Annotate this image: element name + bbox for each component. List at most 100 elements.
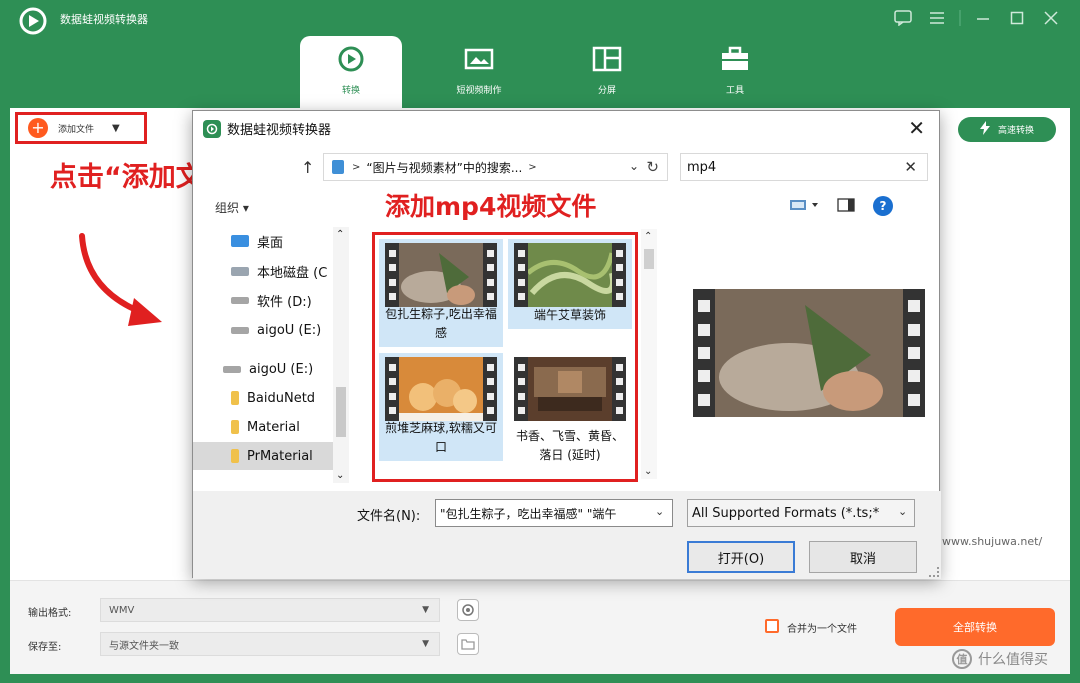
nav-item-material[interactable]: Material	[193, 413, 333, 441]
video-thumbnail	[514, 357, 626, 421]
folder-icon	[231, 420, 239, 434]
file-type-select[interactable]: All Supported Formats (*.ts;*	[687, 499, 915, 527]
search-input[interactable]: mp4 ✕	[680, 153, 928, 181]
add-file-button[interactable]: + 添加文件 ▼	[15, 112, 147, 144]
tab-video-maker[interactable]: 短视频制作	[428, 36, 530, 108]
output-format-select[interactable]: WMV ▼	[100, 598, 440, 622]
nav-item-prmaterial[interactable]: PrMaterial	[193, 442, 333, 470]
view-controls: ?	[789, 196, 893, 216]
tab-split-screen[interactable]: 分屏	[556, 36, 658, 108]
video-thumbnail	[385, 357, 497, 421]
nav-item-label: 本地磁盘 (C	[257, 265, 328, 281]
address-row: ↑ > “图片与视频素材”中的搜索... > ⌄ ↻ mp4 ✕	[193, 153, 941, 181]
fast-convert-button[interactable]: 高速转换	[958, 117, 1056, 142]
drive-icon	[231, 296, 249, 304]
file-tile[interactable]: 书香、飞雪、黄昏、落日 (延时)	[508, 353, 632, 481]
app-frame-left	[0, 108, 10, 683]
preview-pane	[693, 289, 925, 417]
merge-label: 合并为一个文件	[787, 624, 857, 635]
dialog-title: 数据蛙视频转换器	[227, 123, 332, 138]
save-to-select[interactable]: 与源文件夹一致 ▼	[100, 632, 440, 656]
file-tile[interactable]: 煎堆芝麻球,软糯又可口	[379, 353, 503, 461]
watermark-url: www.shujuwa.net/	[942, 535, 1043, 548]
chevron-down-icon: ▼	[422, 605, 429, 615]
chevron-down-icon[interactable]: ⌄	[898, 505, 907, 518]
fast-convert-label: 高速转换	[997, 126, 1034, 136]
nav-item-label: aigoU (E:)	[249, 361, 314, 377]
merge-checkbox[interactable]	[765, 619, 779, 633]
up-arrow-icon[interactable]: ↑	[301, 158, 314, 177]
preview-pane-icon[interactable]	[837, 197, 855, 216]
nav-item-label: PrMaterial	[247, 448, 313, 464]
nav-item-baidunetdisk[interactable]: BaiduNetd	[193, 384, 333, 412]
nav-scrollbar[interactable]: ⌃ ⌄	[333, 227, 349, 483]
help-icon[interactable]: ?	[873, 196, 893, 216]
nav-scroll-thumb[interactable]	[336, 387, 346, 437]
scroll-down-icon[interactable]: ⌄	[336, 470, 344, 481]
save-to-label: 保存至:	[28, 642, 62, 653]
minimize-icon[interactable]	[968, 6, 998, 30]
feedback-icon[interactable]	[888, 6, 918, 30]
tab-convert[interactable]: 转换	[300, 36, 402, 108]
filename-input[interactable]: "包扎生粽子，吃出幸福感" "端午	[435, 499, 673, 527]
nav-item-aigou[interactable]: aigoU (E:)	[193, 316, 333, 344]
main-tabs: 转换 短视频制作 分屏 工具	[300, 36, 812, 108]
film-strip-icon	[612, 243, 626, 307]
chevron-right-icon: >	[528, 161, 537, 173]
site-watermark: 值 什么值得买	[952, 649, 1048, 669]
add-file-label: 添加文件	[58, 124, 95, 135]
refresh-icon[interactable]: ↻	[646, 158, 659, 176]
nav-item-label: aigoU (E:)	[257, 322, 322, 338]
nav-item-desktop[interactable]: 桌面	[193, 227, 333, 255]
dialog-close-icon[interactable]: ✕	[908, 116, 925, 140]
app-frame-bottom	[0, 674, 1080, 683]
chevron-down-icon: ▼	[422, 639, 429, 649]
film-strip-icon	[385, 357, 399, 421]
scroll-up-icon[interactable]: ⌃	[336, 229, 344, 240]
file-grid-scroll-thumb[interactable]	[644, 249, 654, 269]
file-tile[interactable]: 包扎生粽子,吃出幸福感	[379, 239, 503, 347]
file-grid-scrollbar[interactable]: ⌃ ⌄	[641, 229, 657, 479]
drive-icon	[231, 266, 249, 276]
nav-item-software-drive[interactable]: 软件 (D:)	[193, 286, 333, 314]
nav-item-aigou-usb[interactable]: aigoU (E:)	[193, 355, 333, 383]
chevron-down-icon[interactable]: ▼	[112, 123, 120, 134]
cancel-button[interactable]: 取消	[809, 541, 917, 573]
separator	[956, 6, 964, 30]
clear-search-icon[interactable]: ✕	[904, 158, 917, 176]
red-arrow-icon	[76, 232, 168, 332]
file-grid-highlight: 包扎生粽子,吃出幸福感 端午艾草装饰 煎堆芝麻球,软糯又可口 书香、飞雪、黄昏、…	[372, 232, 638, 482]
open-button[interactable]: 打开(O)	[687, 541, 795, 573]
nav-item-label: BaiduNetd	[247, 390, 316, 406]
folder-icon	[332, 160, 344, 174]
dialog-app-icon	[203, 119, 221, 138]
resize-grip-icon[interactable]	[929, 567, 939, 577]
output-format-value: WMV	[109, 604, 135, 616]
scroll-up-icon[interactable]: ⌃	[644, 231, 652, 242]
view-mode-icon[interactable]	[789, 197, 819, 216]
chevron-down-icon[interactable]: ⌄	[655, 505, 664, 518]
address-bar[interactable]: > “图片与视频素材”中的搜索... > ⌄ ↻	[323, 153, 668, 181]
format-settings-icon[interactable]	[457, 599, 479, 621]
lightning-icon	[979, 121, 990, 138]
dialog-titlebar: 数据蛙视频转换器	[203, 119, 331, 138]
tab-tools[interactable]: 工具	[684, 36, 786, 108]
chevron-down-icon[interactable]: ⌄	[629, 159, 639, 173]
tab-split-screen-label: 分屏	[597, 86, 616, 96]
site-watermark-text: 什么值得买	[978, 652, 1048, 668]
convert-all-button[interactable]: 全部转换	[895, 608, 1055, 646]
tab-tools-label: 工具	[725, 86, 744, 96]
menu-icon[interactable]	[922, 6, 952, 30]
nav-item-local-disk[interactable]: 本地磁盘 (C	[193, 257, 333, 285]
video-maker-icon	[464, 44, 494, 74]
chevron-right-icon: >	[352, 161, 361, 173]
organize-menu[interactable]: 组织 ▾	[215, 199, 249, 216]
app-title: 数据蛙视频转换器	[60, 13, 148, 26]
scroll-down-icon[interactable]: ⌄	[644, 466, 652, 477]
maximize-icon[interactable]	[1002, 6, 1032, 30]
video-thumbnail	[385, 243, 497, 307]
open-folder-icon[interactable]	[457, 633, 479, 655]
file-tile[interactable]: 端午艾草装饰	[508, 239, 632, 329]
close-icon[interactable]	[1036, 6, 1066, 30]
plus-icon: +	[28, 118, 48, 138]
